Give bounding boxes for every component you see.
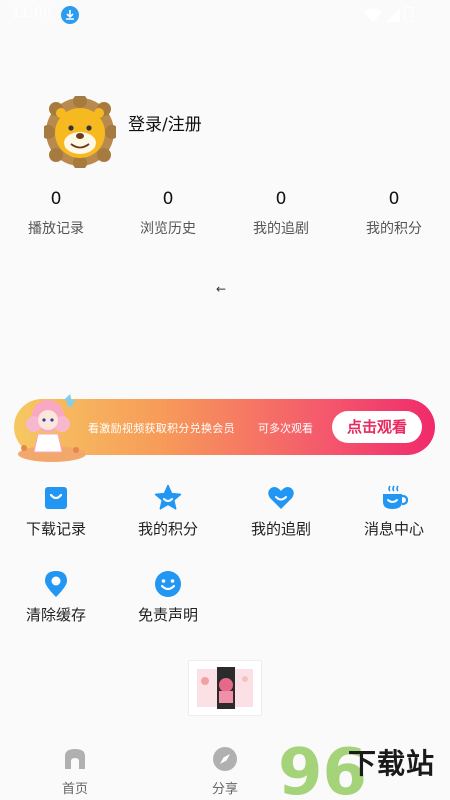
menu-disclaimer[interactable]: 免责声明 xyxy=(112,570,224,625)
stat-label: 我的积分 xyxy=(366,221,422,237)
location-pin-icon xyxy=(45,571,67,597)
ad-image xyxy=(197,667,253,709)
arrow-mark: ← xyxy=(216,282,227,296)
menu-label: 下载记录 xyxy=(25,520,86,538)
tab-share[interactable]: 分享 xyxy=(195,746,255,797)
menu-download-records[interactable]: 下载记录 xyxy=(0,484,112,539)
anime-girl-illustration xyxy=(18,394,86,462)
star-icon xyxy=(154,484,182,510)
stat-value: 0 xyxy=(388,189,400,209)
smile-icon xyxy=(155,571,181,597)
download-notification-icon xyxy=(61,6,79,24)
compass-icon xyxy=(213,747,237,771)
signal-icon xyxy=(386,8,400,22)
wifi-icon xyxy=(364,8,382,22)
menu-label: 免责声明 xyxy=(137,606,198,624)
menu-my-series[interactable]: 我的追剧 xyxy=(225,484,337,539)
menu-message-center[interactable]: 消息中心 xyxy=(338,484,450,539)
stat-browse-history[interactable]: 0 浏览历史 xyxy=(112,186,224,238)
status-bar: 11:00 xyxy=(0,0,450,30)
battery-icon xyxy=(404,7,413,22)
stat-label: 播放记录 xyxy=(28,221,84,237)
bag-icon xyxy=(45,487,67,509)
stat-my-series[interactable]: 0 我的追剧 xyxy=(225,186,337,238)
menu-my-points[interactable]: 我的积分 xyxy=(112,484,224,539)
menu-label: 我的追剧 xyxy=(250,520,311,538)
stat-my-points[interactable]: 0 我的积分 xyxy=(338,186,450,238)
menu-label: 消息中心 xyxy=(363,520,424,538)
login-register-link[interactable]: 登录/注册 xyxy=(128,110,202,135)
tab-home[interactable]: 首页 xyxy=(45,746,105,797)
menu-label: 我的积分 xyxy=(137,520,198,538)
home-icon xyxy=(65,749,85,769)
menu-label: 清除缓存 xyxy=(25,606,86,624)
stat-value: 0 xyxy=(275,189,287,209)
tab-label: 首页 xyxy=(61,782,88,797)
watermark-text: 下载站 xyxy=(348,747,436,780)
stat-value: 0 xyxy=(50,189,62,209)
banner-subtext: 可多次观看 xyxy=(258,422,313,435)
stat-label: 浏览历史 xyxy=(140,221,196,237)
stat-play-history[interactable]: 0 播放记录 xyxy=(0,186,112,238)
ad-thumbnail[interactable] xyxy=(188,660,262,716)
status-time: 11:00 xyxy=(12,6,52,21)
menu-clear-cache[interactable]: 清除缓存 xyxy=(0,570,112,625)
stat-value: 0 xyxy=(162,189,174,209)
stat-label: 我的追剧 xyxy=(253,221,309,237)
heart-icon xyxy=(268,487,294,509)
banner-description: 看激励视频获取积分兑换会员 xyxy=(88,422,235,435)
tab-label: 分享 xyxy=(211,782,238,797)
lion-avatar-icon[interactable] xyxy=(44,96,116,168)
stats-row: 0 播放记录 0 浏览历史 0 我的追剧 0 我的积分 xyxy=(0,186,450,246)
cup-icon xyxy=(383,485,408,509)
watch-now-button[interactable]: 点击观看 xyxy=(332,411,422,443)
